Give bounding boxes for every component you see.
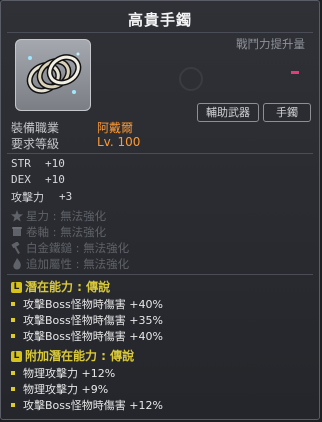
legendary-badge-icon: L bbox=[11, 282, 22, 293]
potential-title: 潛在能力 : 傳說 bbox=[25, 280, 111, 294]
flame-icon bbox=[13, 258, 21, 270]
stat-str-label: STR bbox=[11, 157, 31, 170]
bullet-icon bbox=[11, 387, 15, 391]
combat-power-label: 戰鬥力提升量 bbox=[236, 37, 305, 51]
item-tooltip: 高貴手鐲 戰鬥力提升量 輔助武器 手鐲 裝備職業 阿戴爾 要求等級 Lv. 10… bbox=[0, 0, 320, 420]
star-force-value: 無法強化 bbox=[60, 209, 107, 223]
bonus-potential-header: L 附加潛在能力 : 傳說 bbox=[11, 347, 134, 364]
bullet-icon bbox=[11, 371, 15, 375]
bonus-stat-label: 追加屬性 bbox=[26, 257, 72, 271]
legendary-badge-icon: L bbox=[11, 351, 22, 362]
stat-str-value: +10 bbox=[45, 157, 65, 170]
bonus-potential-line: 攻擊Boss怪物時傷害 +12% bbox=[11, 397, 163, 413]
job-label: 裝備職業 bbox=[11, 121, 60, 135]
stat-attack-label: 攻擊力 bbox=[11, 191, 44, 204]
potential-header: L 潛在能力 : 傳說 bbox=[11, 278, 110, 295]
enhance-star-force: 星力 : 無法強化 bbox=[11, 208, 106, 224]
bonus-potential-line: 物理攻擊力 +12% bbox=[11, 365, 115, 381]
bracelet-icon bbox=[26, 52, 82, 94]
potential-line: 攻擊Boss怪物時傷害 +40% bbox=[11, 328, 163, 344]
hammer-label: 白金鐵鎚 bbox=[26, 241, 72, 255]
faint-background-icon bbox=[179, 67, 203, 91]
scroll-icon bbox=[12, 227, 22, 236]
potential-line: 攻擊Boss怪物時傷害 +35% bbox=[11, 312, 163, 328]
bonus-potential-title: 附加潛在能力 : 傳說 bbox=[25, 349, 135, 363]
hammer-value: 無法強化 bbox=[83, 241, 130, 255]
bullet-icon bbox=[11, 318, 15, 322]
potential-line: 攻擊Boss怪物時傷害 +40% bbox=[11, 296, 163, 312]
bullet-icon bbox=[11, 403, 15, 407]
enhance-bonus-stat: 追加屬性 : 無法強化 bbox=[11, 256, 129, 272]
tag-secondary-weapon[interactable]: 輔助武器 bbox=[197, 103, 259, 122]
bonus-stat-value: 無法強化 bbox=[83, 257, 130, 271]
enhance-scroll: 卷軸 : 無法強化 bbox=[11, 224, 106, 240]
stat-dex-value: +10 bbox=[45, 173, 65, 186]
scroll-label: 卷軸 bbox=[26, 225, 49, 239]
item-name: 高貴手鐲 bbox=[127, 11, 192, 29]
level-label: 要求等級 bbox=[11, 137, 60, 151]
divider bbox=[7, 32, 313, 33]
bonus-potential-line: 物理攻擊力 +9% bbox=[11, 381, 108, 397]
scroll-value: 無法強化 bbox=[60, 225, 107, 239]
item-icon-frame bbox=[15, 39, 91, 111]
combat-power-change-indicator bbox=[291, 71, 299, 74]
hammer-icon bbox=[11, 242, 20, 254]
stat-attack-value: +3 bbox=[59, 190, 73, 203]
enhance-hammer: 白金鐵鎚 : 無法強化 bbox=[11, 240, 129, 256]
tag-bracelet[interactable]: 手鐲 bbox=[263, 103, 311, 122]
divider bbox=[7, 153, 313, 154]
star-icon bbox=[11, 210, 23, 222]
bullet-icon bbox=[11, 334, 15, 338]
star-force-label: 星力 bbox=[26, 209, 49, 223]
bullet-icon bbox=[11, 302, 15, 306]
stat-dex-label: DEX bbox=[11, 173, 31, 186]
divider bbox=[7, 274, 313, 275]
level-value: Lv. 100 bbox=[97, 135, 141, 149]
job-value: 阿戴爾 bbox=[97, 121, 134, 135]
